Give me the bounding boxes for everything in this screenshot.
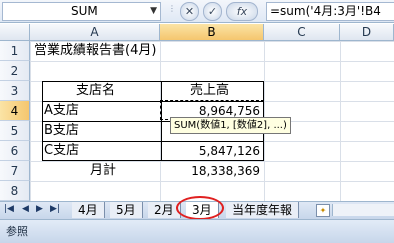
function-tooltip[interactable]: SUM(数値1, [数値2], ...) xyxy=(170,117,291,134)
cell-b6-sales-c[interactable]: 5,847,126 xyxy=(160,141,260,161)
formula-input[interactable]: =sum('4月:3月'!B4 xyxy=(266,2,394,21)
first-sheet-icon[interactable]: |◀ xyxy=(4,204,14,214)
check-icon: ✓ xyxy=(207,5,218,18)
cell-b7-monthly-total[interactable]: 18,338,369 xyxy=(160,161,260,181)
cell-a6-branch-c[interactable]: C支店 xyxy=(44,141,79,161)
horizontal-scrollbar[interactable] xyxy=(332,204,394,216)
column-header-a[interactable]: A xyxy=(30,24,160,41)
cell-a7-monthly-total-label[interactable]: 月計 xyxy=(90,161,116,181)
highlight-circle xyxy=(176,196,224,220)
row-header-1[interactable]: 1 xyxy=(0,41,30,61)
cell-a4-branch-a[interactable]: A支店 xyxy=(44,101,79,121)
excel-window: SUM ▼ ⋮ ✕ ✓ fx =sum('4月:3月'!B4 A B C D 1… xyxy=(0,0,394,243)
name-box[interactable]: SUM ▼ xyxy=(2,2,161,21)
sheet-tab-may[interactable]: 5月 xyxy=(110,202,143,218)
column-header-c[interactable]: C xyxy=(264,24,340,41)
select-all-corner[interactable] xyxy=(0,24,30,41)
function-icon: fx xyxy=(236,5,248,18)
formula-bar: SUM ▼ ⋮ ✕ ✓ fx =sum('4月:3月'!B4 xyxy=(0,0,394,23)
cell-a1-report-title[interactable]: 営業成績報告書(4月) xyxy=(34,41,156,61)
last-sheet-icon[interactable]: ▶| xyxy=(50,204,60,214)
insert-function-button[interactable]: fx xyxy=(226,2,258,21)
name-box-value: SUM xyxy=(71,4,98,18)
prev-sheet-icon[interactable]: ◀ xyxy=(22,204,29,214)
row-header-7[interactable]: 7 xyxy=(0,161,30,181)
cell-b3-sales-header[interactable]: 売上高 xyxy=(190,81,229,101)
sheet-tab-apr[interactable]: 4月 xyxy=(72,202,105,218)
row-header-6[interactable]: 6 xyxy=(0,141,30,161)
next-sheet-icon[interactable]: ▶ xyxy=(36,204,43,214)
grip-icon[interactable]: ⋮ xyxy=(168,4,176,13)
grid-line xyxy=(340,41,341,201)
row-header-3[interactable]: 3 xyxy=(0,81,30,101)
insert-sheet-icon[interactable]: ✦ xyxy=(316,204,330,217)
cell-a3-branch-header[interactable]: 支店名 xyxy=(76,81,115,101)
row-header-4[interactable]: 4 xyxy=(0,101,30,121)
enter-formula-button[interactable]: ✓ xyxy=(203,2,222,21)
column-header-b[interactable]: B xyxy=(160,24,264,41)
row-header-5[interactable]: 5 xyxy=(0,121,30,141)
close-icon: ✕ xyxy=(184,5,195,18)
column-header-d[interactable]: D xyxy=(340,24,394,41)
cell-a5-branch-b[interactable]: B支店 xyxy=(44,121,79,141)
row-header-2[interactable]: 2 xyxy=(0,61,30,81)
status-mode-text: 参照 xyxy=(6,225,28,238)
cancel-formula-button[interactable]: ✕ xyxy=(180,2,199,21)
status-bar: 参照 xyxy=(0,219,394,243)
row-header-8[interactable]: 8 xyxy=(0,181,30,201)
sheet-tab-annual[interactable]: 当年度年報 xyxy=(226,202,300,218)
chevron-down-icon[interactable]: ▼ xyxy=(150,3,157,20)
